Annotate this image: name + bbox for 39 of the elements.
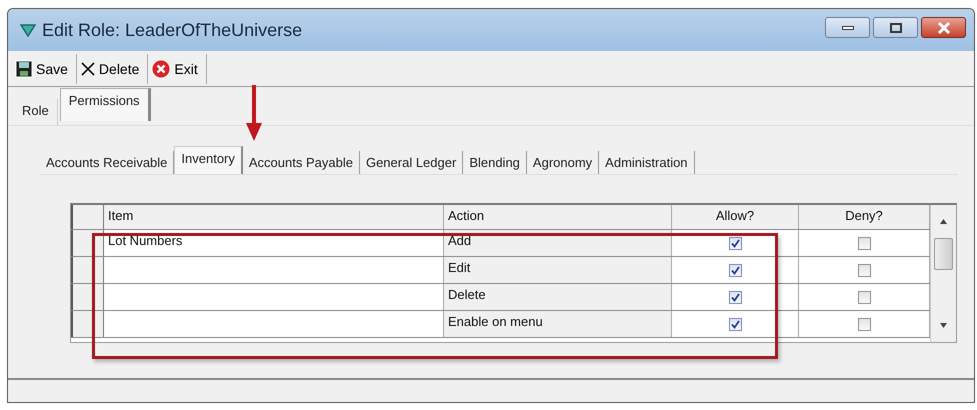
checkbox[interactable] [728,290,742,304]
minimize-icon [842,24,854,30]
pointer-arrow [244,85,264,141]
tab[interactable]: Permissions [60,88,151,121]
tab[interactable]: Blending [463,151,527,174]
close-button[interactable] [921,17,966,38]
window-title: Edit Role: LeaderOfTheUniverse [42,20,302,40]
checkbox[interactable] [858,290,870,304]
maximize-icon [890,22,902,32]
table-cell: Delete [444,284,672,310]
tab[interactable]: General Ledger [360,151,464,174]
checkbox[interactable] [858,264,870,276]
table-cell: Enable on menu [444,311,672,337]
maximize-button[interactable] [873,17,918,38]
close-icon [936,22,950,34]
triangle-icon [20,23,36,37]
save-button[interactable]: Save [12,54,77,84]
minimize-button[interactable] [825,17,870,38]
tab[interactable]: Administration [599,151,695,174]
scroll-thumb[interactable] [934,238,953,270]
delete-button[interactable]: Delete [76,54,148,84]
column-header: Deny? [799,205,930,229]
up-arrow-icon [940,219,947,224]
checkbox[interactable] [728,318,742,330]
exit-button[interactable]: Exit [148,54,207,84]
checkbox[interactable] [728,236,742,250]
scroll-bar[interactable] [931,205,956,342]
down-arrow-icon [940,323,947,328]
x-icon [80,62,95,76]
tab[interactable]: Role [14,99,58,125]
tab[interactable]: Inventory [174,146,243,174]
column-header: Allow? [672,205,799,229]
checkbox[interactable] [858,318,870,330]
close-circle-icon [152,60,170,78]
checkbox[interactable] [728,264,742,276]
tab[interactable]: Agronomy [526,151,600,174]
checkbox[interactable] [858,236,870,250]
table-cell: Edit [444,257,672,283]
tab[interactable]: Accounts Payable [242,151,360,174]
